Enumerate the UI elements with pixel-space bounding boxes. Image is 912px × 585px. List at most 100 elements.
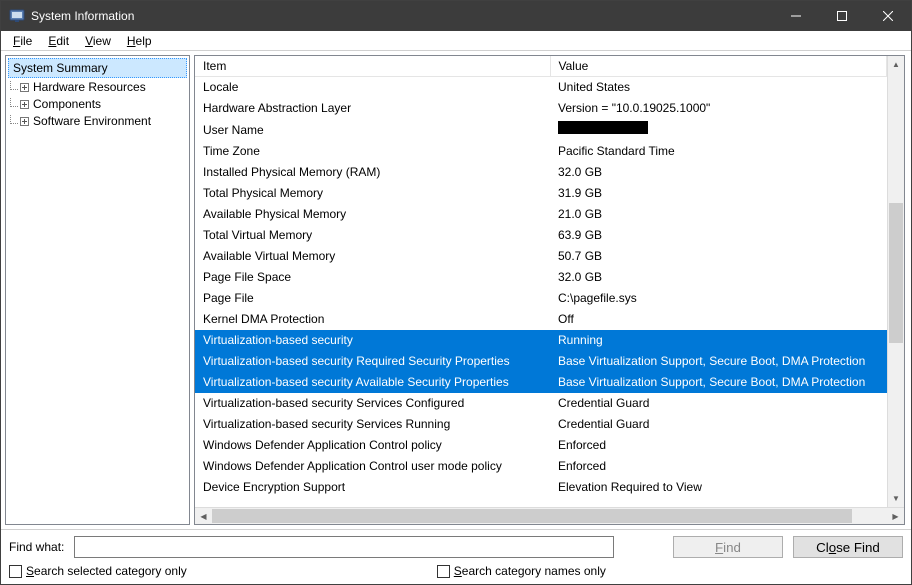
table-row[interactable]: Device Encryption SupportElevation Requi…: [195, 477, 887, 498]
app-icon: [9, 8, 25, 24]
tree-pane[interactable]: System Summary Hardware Resources Compon…: [5, 55, 190, 525]
cell-value: 32.0 GB: [550, 162, 887, 183]
table-row[interactable]: Time ZonePacific Standard Time: [195, 141, 887, 162]
table-row[interactable]: Windows Defender Application Control pol…: [195, 435, 887, 456]
table-row[interactable]: LocaleUnited States: [195, 77, 887, 99]
cell-item: Total Virtual Memory: [195, 225, 550, 246]
cell-item: Virtualization-based security Services C…: [195, 393, 550, 414]
cell-value: [550, 119, 887, 141]
table-row[interactable]: Hardware Abstraction LayerVersion = "10.…: [195, 98, 887, 119]
cell-value: 31.9 GB: [550, 183, 887, 204]
cell-item: Time Zone: [195, 141, 550, 162]
menu-edit[interactable]: Edit: [40, 31, 77, 51]
find-label: Find what:: [9, 540, 64, 554]
find-input[interactable]: [74, 536, 614, 558]
cell-item: Windows Defender Application Control use…: [195, 456, 550, 477]
cell-value: 50.7 GB: [550, 246, 887, 267]
titlebar[interactable]: System Information: [1, 1, 911, 31]
list-body[interactable]: Item Value LocaleUnited StatesHardware A…: [195, 56, 887, 507]
cell-value: Enforced: [550, 435, 887, 456]
menu-file[interactable]: File: [5, 31, 40, 51]
table-row[interactable]: Virtualization-based security Required S…: [195, 351, 887, 372]
table-row[interactable]: Total Physical Memory31.9 GB: [195, 183, 887, 204]
cell-item: Hardware Abstraction Layer: [195, 98, 550, 119]
vertical-scrollbar[interactable]: ▲ ▼: [887, 56, 904, 507]
cell-item: Device Encryption Support: [195, 477, 550, 498]
scroll-thumb-horizontal[interactable]: [212, 509, 852, 523]
tree-item-hardware-resources[interactable]: Hardware Resources: [8, 79, 187, 95]
cell-value: Elevation Required to View: [550, 477, 887, 498]
cell-value: C:\pagefile.sys: [550, 288, 887, 309]
table-row[interactable]: Virtualization-based security Services C…: [195, 393, 887, 414]
table-row[interactable]: Available Virtual Memory50.7 GB: [195, 246, 887, 267]
scroll-up-icon[interactable]: ▲: [888, 56, 904, 73]
table-row[interactable]: Total Virtual Memory63.9 GB: [195, 225, 887, 246]
cell-item: Windows Defender Application Control pol…: [195, 435, 550, 456]
cell-item: Virtualization-based security Services R…: [195, 414, 550, 435]
checkbox-search-selected-category[interactable]: Search selected category only: [9, 564, 187, 578]
cell-value: Pacific Standard Time: [550, 141, 887, 162]
cell-item: Locale: [195, 77, 550, 99]
cell-item: Available Physical Memory: [195, 204, 550, 225]
checkbox-icon: [437, 565, 450, 578]
close-find-button[interactable]: Close Find: [793, 536, 903, 558]
cell-item: Page File: [195, 288, 550, 309]
minimize-button[interactable]: [773, 1, 819, 31]
checkbox-label: Search selected category only: [26, 564, 187, 578]
cell-item: Virtualization-based security Available …: [195, 372, 550, 393]
cell-value: 63.9 GB: [550, 225, 887, 246]
cell-value: Version = "10.0.19025.1000": [550, 98, 887, 119]
tree-item-label: Hardware Resources: [33, 80, 146, 94]
find-area: Find what: Find Close Find Search select…: [1, 529, 911, 584]
cell-value: Credential Guard: [550, 393, 887, 414]
column-header-item[interactable]: Item: [195, 56, 550, 77]
scroll-thumb-vertical[interactable]: [889, 203, 903, 343]
cell-value: Credential Guard: [550, 414, 887, 435]
cell-item: User Name: [195, 119, 550, 141]
tree-item-label: Components: [33, 97, 101, 111]
horizontal-scrollbar[interactable]: ◀ ▶: [195, 507, 904, 524]
table-row[interactable]: User Name: [195, 119, 887, 141]
table-row[interactable]: Windows Defender Application Control use…: [195, 456, 887, 477]
table-row[interactable]: Page File Space32.0 GB: [195, 267, 887, 288]
column-header-value[interactable]: Value: [550, 56, 887, 77]
table-row[interactable]: Installed Physical Memory (RAM)32.0 GB: [195, 162, 887, 183]
list-pane: Item Value LocaleUnited StatesHardware A…: [194, 55, 905, 525]
expand-icon[interactable]: [20, 117, 29, 126]
menu-help[interactable]: Help: [119, 31, 160, 51]
close-button[interactable]: [865, 1, 911, 31]
cell-item: Page File Space: [195, 267, 550, 288]
table-row[interactable]: Virtualization-based security Available …: [195, 372, 887, 393]
cell-item: Installed Physical Memory (RAM): [195, 162, 550, 183]
cell-item: Kernel DMA Protection: [195, 309, 550, 330]
checkbox-label: Search category names only: [454, 564, 606, 578]
cell-item: Available Virtual Memory: [195, 246, 550, 267]
window-title: System Information: [31, 9, 773, 23]
maximize-button[interactable]: [819, 1, 865, 31]
table-row[interactable]: Virtualization-based security Services R…: [195, 414, 887, 435]
find-button[interactable]: Find: [673, 536, 783, 558]
scroll-down-icon[interactable]: ▼: [888, 490, 904, 507]
scroll-left-icon[interactable]: ◀: [195, 508, 212, 524]
table-row[interactable]: Virtualization-based securityRunning: [195, 330, 887, 351]
checkbox-search-category-names[interactable]: Search category names only: [437, 564, 606, 578]
table-row[interactable]: Kernel DMA ProtectionOff: [195, 309, 887, 330]
cell-item: Total Physical Memory: [195, 183, 550, 204]
cell-value: Off: [550, 309, 887, 330]
scroll-right-icon[interactable]: ▶: [887, 508, 904, 524]
cell-item: Virtualization-based security: [195, 330, 550, 351]
cell-value: Running: [550, 330, 887, 351]
tree-item-software-environment[interactable]: Software Environment: [8, 113, 187, 129]
redacted-value: [558, 121, 648, 134]
table-row[interactable]: Available Physical Memory21.0 GB: [195, 204, 887, 225]
expand-icon[interactable]: [20, 100, 29, 109]
tree-root-system-summary[interactable]: System Summary: [8, 58, 187, 78]
cell-value: Base Virtualization Support, Secure Boot…: [550, 372, 887, 393]
tree-item-components[interactable]: Components: [8, 96, 187, 112]
expand-icon[interactable]: [20, 83, 29, 92]
tree-item-label: Software Environment: [33, 114, 151, 128]
menu-view[interactable]: View: [77, 31, 119, 51]
checkbox-icon: [9, 565, 22, 578]
info-table: Item Value LocaleUnited StatesHardware A…: [195, 56, 887, 498]
table-row[interactable]: Page FileC:\pagefile.sys: [195, 288, 887, 309]
